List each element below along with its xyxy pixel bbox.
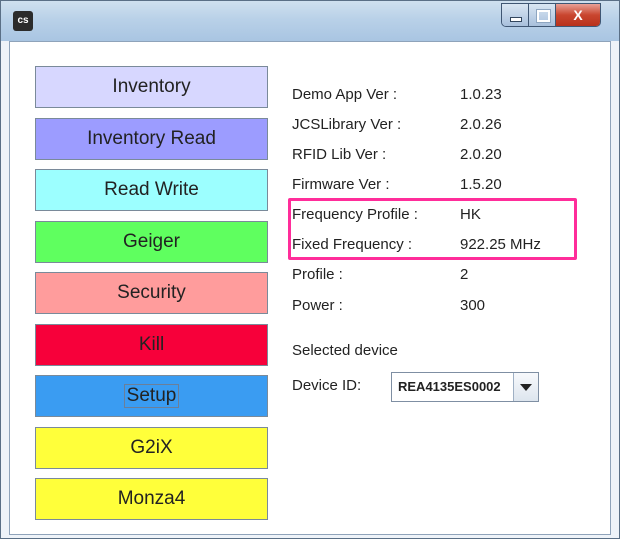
rfid-lib-ver-value: 2.0.20: [460, 146, 502, 163]
app-icon[interactable]: cs: [13, 11, 33, 31]
menu-button-label: Inventory Read: [87, 127, 216, 149]
rfid-lib-ver-label: RFID Lib Ver :: [292, 146, 387, 163]
menu-button-g2ix[interactable]: G2iX: [35, 426, 268, 469]
power-value: 300: [460, 297, 486, 314]
menu-button-label: Setup: [123, 384, 180, 408]
title-bar[interactable]: cs X: [1, 1, 619, 41]
device-id-label: Device ID:: [292, 377, 362, 394]
close-button[interactable]: X: [556, 4, 600, 26]
profile-label: Profile :: [292, 266, 343, 283]
minimize-button[interactable]: [502, 4, 529, 26]
close-icon: X: [573, 7, 583, 23]
app-window: cs X Inventory Inventory Read Read Write Ge…: [0, 0, 620, 539]
jcs-library-ver-label: JCSLibrary Ver :: [292, 116, 402, 133]
menu-button-label: Monza4: [117, 488, 186, 509]
menu-button-geiger[interactable]: Geiger: [35, 220, 268, 263]
firmware-ver-value: 1.5.20: [460, 176, 502, 193]
menu-button-read-write[interactable]: Read Write: [35, 169, 268, 211]
jcs-library-ver-value: 2.0.26: [460, 116, 502, 133]
highlight-box: [288, 198, 577, 260]
menu-button-kill[interactable]: Kill: [35, 323, 268, 366]
chevron-down-icon[interactable]: [513, 373, 538, 401]
minimize-icon: [510, 17, 522, 22]
menu-button-label: Kill: [138, 333, 165, 355]
menu-button-label: G2iX: [130, 436, 173, 458]
main-panel: Inventory Inventory Read Read Write Geiger S…: [9, 41, 611, 535]
device-id-dropdown[interactable]: REA4135ES0002: [391, 372, 539, 402]
menu-button-inventory-read[interactable]: Inventory Read: [35, 117, 268, 160]
menu-button-label: Inventory: [112, 76, 191, 97]
profile-value: 2: [460, 266, 469, 283]
maximize-icon: [536, 9, 551, 23]
device-id-value: REA4135ES0002: [398, 379, 501, 394]
demo-app-ver-label: Demo App Ver :: [292, 86, 398, 103]
power-label: Power :: [292, 297, 343, 314]
menu-button-setup[interactable]: Setup: [35, 375, 268, 417]
menu-button-security[interactable]: Security: [35, 272, 268, 314]
selected-device-label: Selected device: [292, 342, 398, 359]
firmware-ver-label: Firmware Ver :: [292, 176, 390, 193]
menu-button-label: Security: [117, 282, 186, 303]
menu-button-label: Geiger: [122, 230, 181, 252]
menu-button-inventory[interactable]: Inventory: [35, 66, 268, 108]
demo-app-ver-value: 1.0.23: [460, 86, 502, 103]
menu-button-monza4[interactable]: Monza4: [35, 478, 268, 520]
maximize-button[interactable]: [529, 4, 556, 26]
menu-button-label: Read Write: [104, 179, 199, 200]
window-controls: X: [501, 3, 601, 27]
